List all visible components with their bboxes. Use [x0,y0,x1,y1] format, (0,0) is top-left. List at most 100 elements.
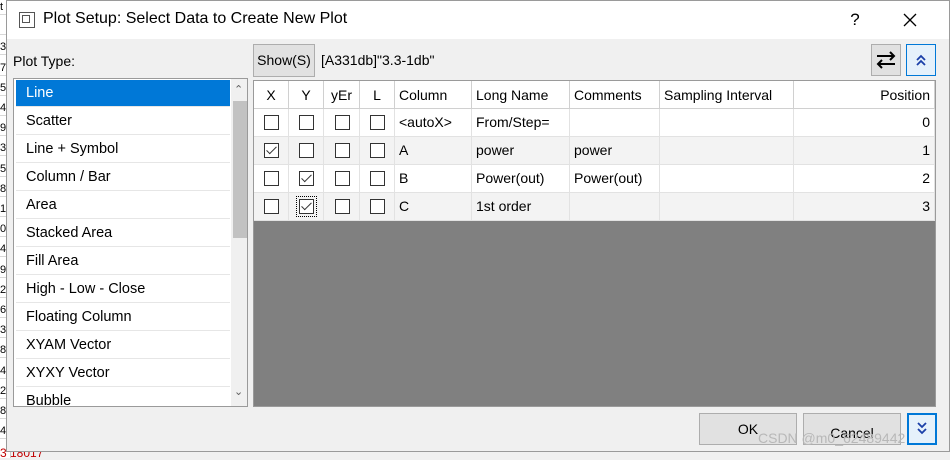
watermark: CSDN @m0_62489442 [758,430,906,446]
scroll-down-icon[interactable]: ⌄ [234,385,243,398]
close-icon [903,13,917,27]
checkbox-yer[interactable] [335,115,350,130]
plot-type-item[interactable]: Bubble [16,388,230,406]
cell-y [289,193,324,221]
header-column[interactable]: Column [395,81,472,109]
checkbox-x[interactable] [264,199,279,214]
swap-arrows-icon [876,51,896,69]
cell-yer [324,137,360,165]
plot-type-item[interactable]: Fill Area [16,248,230,275]
plot-type-list[interactable]: Line Scatter Line + Symbol Column / Bar Area… [13,78,248,407]
cell-position[interactable]: 2 [794,165,935,193]
grid-row[interactable]: B Power(out) Power(out) 2 [254,165,935,193]
header-l[interactable]: L [360,81,395,109]
cell-comments[interactable] [570,109,660,137]
header-position[interactable]: Position [794,81,935,109]
checkbox-l[interactable] [370,171,385,186]
double-chevron-up-icon [916,54,926,66]
scroll-up-icon[interactable]: ⌃ [234,83,243,96]
checkbox-yer[interactable] [335,199,350,214]
focus-indicator [296,196,317,217]
plot-type-item[interactable]: Floating Column [16,304,230,331]
cell-x [254,109,289,137]
cell-position[interactable]: 0 [794,109,935,137]
cell-sampling[interactable] [660,193,794,221]
cell-yer [324,193,360,221]
cell-position[interactable]: 1 [794,137,935,165]
cell-position[interactable]: 3 [794,193,935,221]
cell-x [254,193,289,221]
window-icon [19,12,35,28]
plot-type-item[interactable]: Line + Symbol [16,136,230,163]
help-button[interactable]: ? [843,7,867,33]
checkbox-y[interactable] [299,143,314,158]
cell-yer [324,165,360,193]
checkbox-yer[interactable] [335,143,350,158]
plot-type-item[interactable]: XYXY Vector [16,360,230,387]
cell-column[interactable]: A [395,137,472,165]
cell-y [289,137,324,165]
swap-button[interactable] [871,44,901,76]
cell-column[interactable]: C [395,193,472,221]
column-grid: X YyEr L Column Long Name Comments Sampling In… [253,80,936,407]
plot-setup-dialog: Plot Setup: Select Data to Create New Pl… [6,0,950,452]
cell-x [254,165,289,193]
header-long-name[interactable]: Long Name [472,81,570,109]
plot-type-item[interactable]: Column / Bar [16,164,230,191]
checkbox-x[interactable] [264,143,279,158]
cell-l [360,109,395,137]
double-chevron-down-icon [917,422,927,435]
cell-y [289,165,324,193]
checkbox-y[interactable] [299,115,314,130]
close-button[interactable] [897,7,923,33]
expand-button[interactable] [907,413,937,445]
cell-x [254,137,289,165]
list-scrollbar[interactable]: ⌃ ⌄ [231,79,247,406]
cell-sampling[interactable] [660,165,794,193]
checkbox-x[interactable] [264,171,279,186]
collapse-button[interactable] [906,44,936,76]
checkbox-l[interactable] [370,143,385,158]
plot-type-item[interactable]: High - Low - Close [16,276,230,303]
cell-sampling[interactable] [660,109,794,137]
grid-row[interactable]: C 1st order 3 [254,193,935,221]
plot-type-item[interactable]: Scatter [16,108,230,135]
dataset-name: [A331db]"3.3-1db" [321,52,435,68]
plot-type-label: Plot Type: [13,53,76,69]
cell-l [360,165,395,193]
cell-comments[interactable]: Power(out) [570,165,660,193]
header-sampling-interval[interactable]: Sampling Interval [660,81,794,109]
plot-type-item[interactable]: Area [16,192,230,219]
cell-long-name[interactable]: Power(out) [472,165,570,193]
cell-long-name[interactable]: From/Step= [472,109,570,137]
checkbox-l[interactable] [370,199,385,214]
cell-comments[interactable] [570,193,660,221]
cell-column[interactable]: <autoX> [395,109,472,137]
cell-sampling[interactable] [660,137,794,165]
dialog-title: Plot Setup: Select Data to Create New Pl… [43,10,348,27]
header-comments[interactable]: Comments [570,81,660,109]
checkbox-x[interactable] [264,115,279,130]
cell-yer [324,109,360,137]
checkbox-y[interactable] [299,171,314,186]
cell-long-name[interactable]: 1st order [472,193,570,221]
header-x[interactable]: X [254,81,289,109]
checkbox-yer[interactable] [335,171,350,186]
cell-y [289,109,324,137]
cell-long-name[interactable]: power [472,137,570,165]
header-y[interactable]: Y [289,81,324,109]
plot-type-item[interactable]: Stacked Area [16,220,230,247]
plot-type-item[interactable]: XYAM Vector [16,332,230,359]
title-bar: Plot Setup: Select Data to Create New Pl… [7,1,949,39]
plot-type-item[interactable]: Line [16,80,230,107]
scrollbar-thumb[interactable] [233,101,247,238]
cell-comments[interactable]: power [570,137,660,165]
grid-row[interactable]: <autoX> From/Step= 0 [254,109,935,137]
cell-column[interactable]: B [395,165,472,193]
checkbox-l[interactable] [370,115,385,130]
cell-l [360,193,395,221]
show-button[interactable]: Show(S) [253,44,315,77]
cell-l [360,137,395,165]
header-yer[interactable]: yEr [324,81,360,109]
grid-row[interactable]: Apower power 1 [254,137,935,165]
